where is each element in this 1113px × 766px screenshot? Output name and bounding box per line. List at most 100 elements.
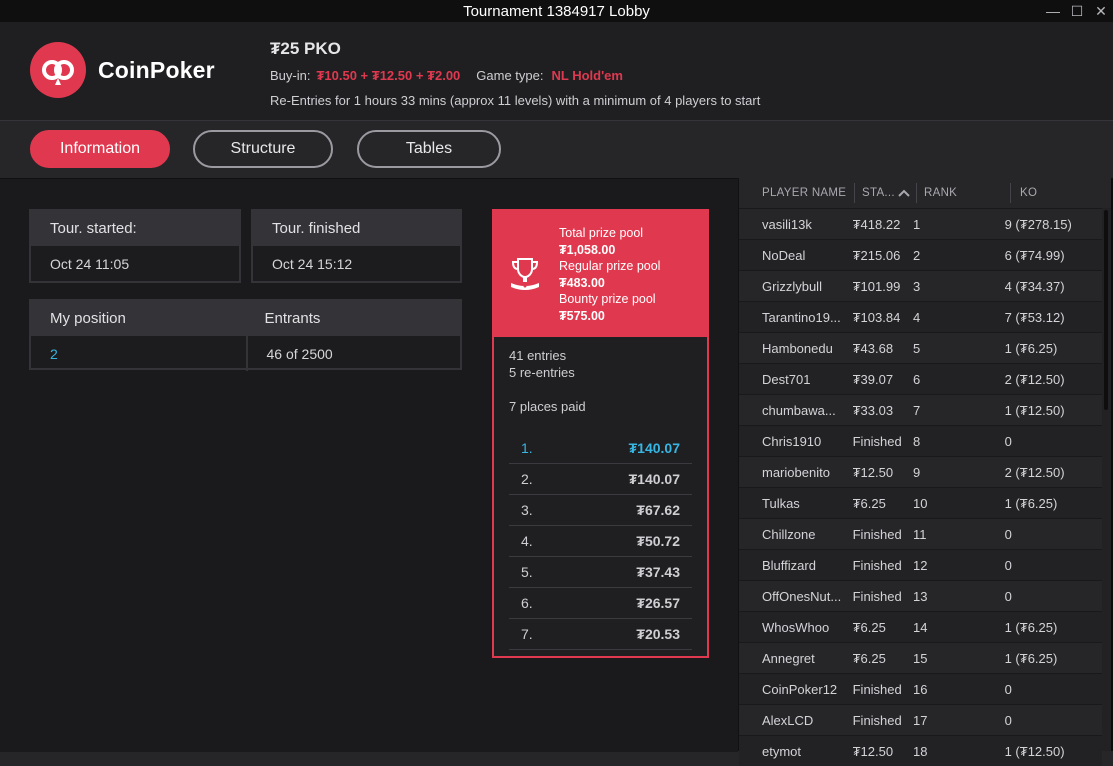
player-list-scrollbar[interactable] xyxy=(1104,210,1108,410)
player-stack: ₮12.50 xyxy=(852,464,894,480)
tab-tables[interactable]: Tables xyxy=(357,130,501,168)
player-name: Chillzone xyxy=(762,526,816,542)
tour-finished-value: Oct 24 15:12 xyxy=(272,255,353,272)
player-rank: 1 xyxy=(913,216,921,232)
player-rank: 7 xyxy=(913,402,921,418)
player-name: Chris1910 xyxy=(762,433,822,449)
column-rank[interactable]: RANK xyxy=(917,183,1011,203)
game-type-label: Game type: xyxy=(476,68,544,83)
maximize-button[interactable]: ☐ xyxy=(1065,0,1089,22)
table-row[interactable]: mariobenito ₮12.50 9 2 (₮12.50) xyxy=(739,456,1102,487)
player-ko: 1 (₮12.50) xyxy=(1004,743,1065,759)
payout-amount: ₮140.07 xyxy=(628,471,680,487)
table-row[interactable]: Bluffizard Finished 12 0 xyxy=(739,549,1102,580)
title-bar: Tournament 1384917 Lobby — ☐ ✕ xyxy=(0,0,1113,22)
table-row[interactable]: Dest701 ₮39.07 6 2 (₮12.50) xyxy=(739,363,1102,394)
player-stack: Finished xyxy=(852,712,902,728)
player-ko: 4 (₮34.37) xyxy=(1004,278,1065,294)
player-ko: 9 (₮278.15) xyxy=(1004,216,1072,232)
tour-finished-card: Tour. finished Oct 24 15:12 xyxy=(251,209,462,283)
player-stack: ₮103.84 xyxy=(852,309,901,325)
player-name: AlexLCD xyxy=(762,712,814,728)
table-row[interactable]: Annegret ₮6.25 15 1 (₮6.25) xyxy=(739,642,1102,673)
tour-started-label: Tour. started: xyxy=(31,211,239,246)
table-row[interactable]: NoDeal ₮215.06 2 6 (₮74.99) xyxy=(739,239,1102,270)
payout-amount: ₮140.07 xyxy=(628,440,680,456)
player-ko: 0 xyxy=(1004,712,1012,728)
player-stack: ₮215.06 xyxy=(852,247,901,263)
player-ko: 1 (₮6.25) xyxy=(1004,495,1058,511)
reentries-count: 5 re-entries xyxy=(509,365,575,380)
regular-prize-value: ₮483.00 xyxy=(559,275,605,290)
player-rank: 2 xyxy=(913,247,921,263)
player-stack: Finished xyxy=(852,433,902,449)
table-row[interactable]: Tulkas ₮6.25 10 1 (₮6.25) xyxy=(739,487,1102,518)
payout-amount: ₮67.62 xyxy=(636,502,680,518)
player-rank: 6 xyxy=(913,371,921,387)
table-row[interactable]: Hambonedu ₮43.68 5 1 (₮6.25) xyxy=(739,332,1102,363)
player-stack: ₮12.50 xyxy=(852,743,894,759)
player-ko: 2 (₮12.50) xyxy=(1004,371,1065,387)
payout-place: 5. xyxy=(521,564,533,580)
player-ko: 1 (₮6.25) xyxy=(1004,340,1058,356)
player-ko: 0 xyxy=(1004,433,1012,449)
table-row[interactable]: Tarantino19... ₮103.84 4 7 (₮53.12) xyxy=(739,301,1102,332)
tournament-name: ₮25 PKO xyxy=(270,39,341,58)
player-stack: ₮6.25 xyxy=(852,619,886,635)
table-row[interactable]: CoinPoker12 Finished 16 0 xyxy=(739,673,1102,704)
player-ko: 1 (₮12.50) xyxy=(1004,402,1065,418)
table-row[interactable]: WhosWhoo ₮6.25 14 1 (₮6.25) xyxy=(739,611,1102,642)
player-stack: ₮418.22 xyxy=(852,216,901,232)
player-ko: 2 (₮12.50) xyxy=(1004,464,1065,480)
payout-row: 6. ₮26.57 xyxy=(509,588,692,619)
minimize-button[interactable]: — xyxy=(1041,0,1065,22)
payout-list: 1. ₮140.07 2. ₮140.07 3. ₮67.62 4. ₮50.72 5.… xyxy=(509,433,692,650)
player-rank: 9 xyxy=(913,464,921,480)
table-row[interactable]: Chillzone Finished 11 0 xyxy=(739,518,1102,549)
player-name: Tulkas xyxy=(762,495,800,511)
game-type-value: NL Hold'em xyxy=(551,68,623,83)
total-prize-label: Total prize pool xyxy=(559,226,644,240)
entries-info: 41 entries 5 re-entries 7 places paid xyxy=(494,337,707,415)
player-rank: 13 xyxy=(913,588,928,604)
player-name: chumbawa... xyxy=(762,402,836,418)
player-name: etymot xyxy=(762,743,802,759)
table-row[interactable]: OffOnesNut... Finished 13 0 xyxy=(739,580,1102,611)
player-rank: 12 xyxy=(913,557,928,573)
player-name: mariobenito xyxy=(762,464,830,480)
table-row[interactable]: chumbawa... ₮33.03 7 1 (₮12.50) xyxy=(739,394,1102,425)
player-ko: 7 (₮53.12) xyxy=(1004,309,1065,325)
table-row[interactable]: Grizzlybull ₮101.99 3 4 (₮34.37) xyxy=(739,270,1102,301)
column-player-name[interactable]: PLAYER NAME xyxy=(739,183,855,203)
payout-row: 2. ₮140.07 xyxy=(509,464,692,495)
payout-place: 1. xyxy=(521,440,533,456)
table-row[interactable]: Chris1910 Finished 8 0 xyxy=(739,425,1102,456)
column-ko[interactable]: KO xyxy=(1011,183,1111,203)
player-ko: 6 (₮74.99) xyxy=(1004,247,1065,263)
player-rank: 16 xyxy=(913,681,928,697)
payout-row: 5. ₮37.43 xyxy=(509,557,692,588)
player-name: Hambonedu xyxy=(762,340,833,356)
coinpoker-logo: CoinPoker xyxy=(30,42,215,98)
player-rank: 11 xyxy=(913,526,927,542)
player-name: Grizzlybull xyxy=(762,278,822,294)
tab-information[interactable]: Information xyxy=(30,130,170,168)
payout-row: 4. ₮50.72 xyxy=(509,526,692,557)
tab-structure[interactable]: Structure xyxy=(193,130,333,168)
tournament-details: Buy-in: ₮10.50 + ₮12.50 + ₮2.00 Game typ… xyxy=(270,68,623,83)
close-button[interactable]: ✕ xyxy=(1089,0,1113,22)
player-stack: Finished xyxy=(852,526,902,542)
player-name: vasili13k xyxy=(762,216,812,232)
information-panel: Tour. started: Oct 24 11:05 Tour. finish… xyxy=(0,178,738,752)
prize-pool-panel: Total prize pool ₮1,058.00 Regular prize… xyxy=(492,209,709,658)
entrants-label: Entrants xyxy=(245,301,460,336)
prize-pool-lines: Total prize pool ₮1,058.00 Regular prize… xyxy=(559,225,660,324)
table-row[interactable]: vasili13k ₮418.22 1 9 (₮278.15) xyxy=(739,208,1102,239)
player-rank: 15 xyxy=(913,650,928,666)
player-stack: Finished xyxy=(852,557,902,573)
table-row[interactable]: AlexLCD Finished 17 0 xyxy=(739,704,1102,735)
player-rows: vasili13k ₮418.22 1 9 (₮278.15) NoDeal ₮215.… xyxy=(739,208,1102,766)
column-stack[interactable]: STA... xyxy=(855,183,917,203)
places-paid: 7 places paid xyxy=(509,399,586,414)
player-rank: 3 xyxy=(913,278,921,294)
